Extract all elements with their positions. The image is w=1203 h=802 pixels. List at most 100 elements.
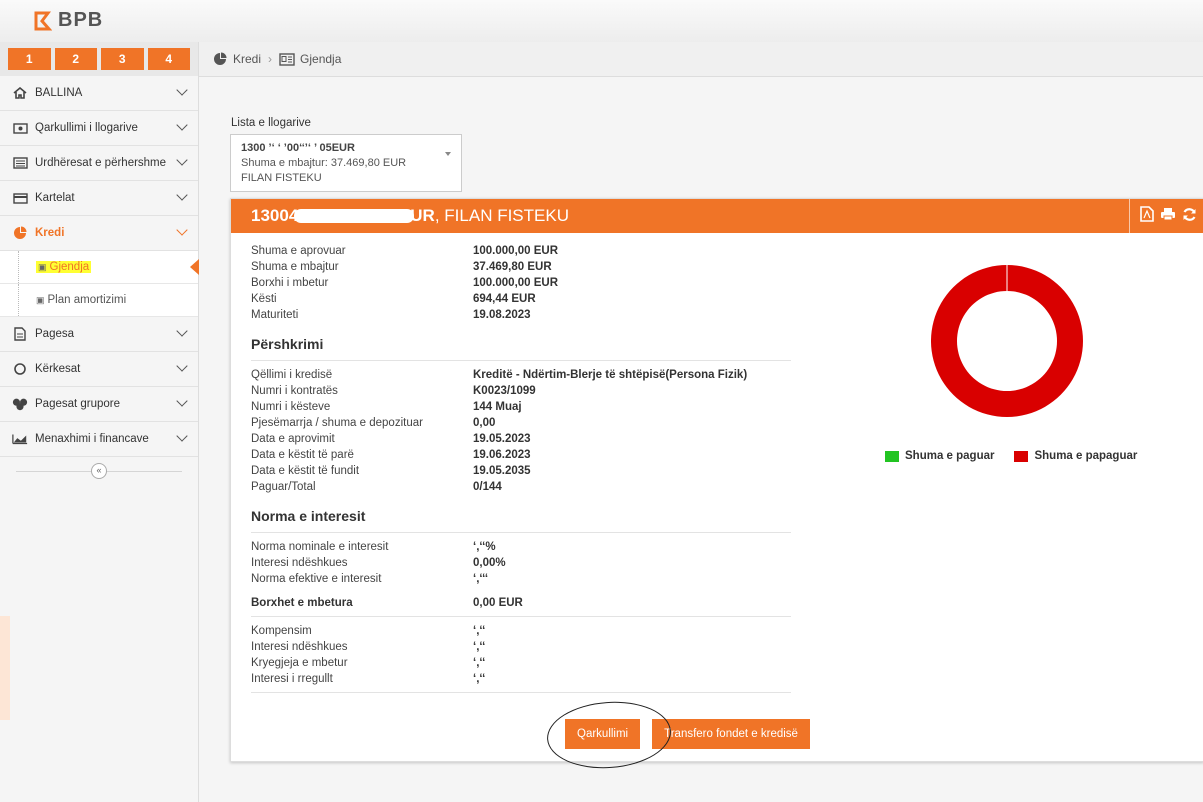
detail-row: Kësti 694,44 EUR — [251, 291, 791, 307]
id-card-icon: ▣ — [36, 294, 45, 305]
legend-item-paid[interactable]: Shuma e paguar — [885, 450, 994, 462]
detail-label: Norma efektive e interesit — [251, 573, 382, 585]
sidebar-item-kredi[interactable]: Kredi — [0, 216, 198, 251]
detail-row: Borxhi i mbetur 100.000,00 EUR — [251, 275, 791, 291]
shortcut-tab-4[interactable]: 4 — [147, 48, 190, 70]
loan-panel-header: 13004 UR , FILAN FISTEKU — [231, 199, 1203, 233]
brand-logo[interactable]: BPB — [34, 9, 103, 32]
divider — [251, 532, 791, 533]
account-select[interactable]: 1300 ’‘ ‘ ’00‘‘’‘ ’ 05EUR Shuma e mbajtu… — [230, 134, 462, 192]
detail-value: 19.05.2035 — [473, 465, 531, 477]
detail-value: 0,00 — [473, 417, 496, 429]
sidebar-subitem-plan-amortizimi[interactable]: ▣ Plan amortizimi — [0, 284, 198, 317]
hand-drawn-circle — [544, 697, 674, 773]
detail-label: Paguar/Total — [251, 481, 316, 493]
logo-icon — [34, 11, 52, 31]
account-owner: FILAN FISTEKU — [241, 172, 322, 184]
detail-label: Norma nominale e interesit — [251, 541, 389, 553]
shortcut-tab-2[interactable]: 2 — [54, 48, 97, 70]
detail-value: 19.06.2023 — [473, 449, 531, 461]
sidebar-item-label: Urdhëresat e përhershme — [35, 157, 167, 169]
caret-down-icon — [445, 152, 451, 156]
account-list-label: Lista e llogarive — [231, 117, 311, 129]
sidebar-item-qarkullimi[interactable]: Qarkullimi i llogarive — [0, 111, 198, 146]
description-heading: Përshkrimi — [251, 336, 324, 352]
pie-icon — [12, 226, 28, 240]
detail-row: Shuma e aprovuar 100.000,00 EUR — [251, 243, 791, 259]
sidebar-item-label: Pagesat grupore — [35, 398, 121, 410]
pie-icon — [213, 52, 227, 66]
breadcrumb-current: Gjendja — [300, 52, 342, 66]
chevron-down-icon — [176, 325, 188, 337]
detail-row: Maturiteti 19.08.2023 — [251, 307, 791, 323]
sidebar-item-urdheresat[interactable]: Urdhëresat e përhershme — [0, 146, 198, 181]
divider — [251, 692, 791, 693]
detail-row: Numri i kësteve 144 Muaj — [251, 399, 791, 415]
sidebar-item-pagesat-grupore[interactable]: Pagesat grupore — [0, 387, 198, 422]
legend-swatch-unpaid — [1014, 450, 1029, 462]
detail-value: 694,44 EUR — [473, 293, 536, 305]
chevron-down-icon — [176, 154, 188, 166]
brand-name: BPB — [58, 9, 104, 31]
detail-label: Numri i kontratës — [251, 385, 338, 397]
loan-title-owner: , FILAN FISTEKU — [434, 206, 569, 225]
detail-label: Shuma e aprovuar — [251, 245, 346, 257]
detail-value: ‘,‘‘ — [473, 657, 486, 669]
chevron-down-icon — [176, 360, 188, 372]
detail-value: 0,00 EUR — [473, 597, 523, 609]
interest-heading: Norma e interesit — [251, 508, 366, 524]
refresh-icon[interactable] — [1182, 207, 1197, 226]
panel-tools — [1129, 199, 1203, 233]
collapse-sidebar-button[interactable]: « — [91, 463, 107, 479]
loan-panel: 13004 UR , FILAN FISTEKU Shuma e aprovua… — [230, 198, 1203, 773]
legend-label: Shuma e paguar — [905, 450, 995, 462]
subitem-highlight: ▣ Gjendja — [36, 261, 92, 273]
detail-row: Numri i kontratës K0023/1099 — [251, 383, 791, 399]
detail-value: 0/144 — [473, 481, 502, 493]
sidebar-subitem-gjendja[interactable]: ▣ Gjendja — [0, 251, 199, 284]
detail-label: Qëllimi i kredisë — [251, 369, 333, 381]
circle-icon — [12, 362, 28, 376]
detail-value: ‘,‘‘ — [473, 641, 486, 653]
sidebar-item-kerkesat[interactable]: Kërkesat — [0, 352, 198, 387]
breadcrumb-parent[interactable]: Kredi — [233, 52, 261, 66]
detail-row: Borxhet e mbetura 0,00 EUR — [251, 595, 791, 611]
detail-value: ‘,‘‘% — [473, 541, 496, 553]
transfer-funds-button[interactable]: Transfero fondet e kredisë — [652, 719, 810, 749]
sidebar-item-pagesa[interactable]: Pagesa — [0, 317, 198, 352]
breadcrumb-separator: › — [268, 52, 273, 66]
chart-legend: Shuma e paguar Shuma e papaguar — [885, 450, 1137, 462]
legend-item-unpaid[interactable]: Shuma e papaguar — [1014, 450, 1137, 462]
sidebar-item-ballina[interactable]: BALLINA — [0, 76, 198, 111]
shortcut-tab-3[interactable]: 3 — [101, 48, 144, 70]
sidebar-item-label: Menaxhimi i financave — [35, 433, 149, 445]
print-icon[interactable] — [1160, 207, 1176, 225]
sidebar-item-menaxhimi[interactable]: Menaxhimi i financave — [0, 422, 198, 457]
detail-row: Data e këstit të fundit 19.05.2035 — [251, 463, 791, 479]
detail-label: Borxhi i mbetur — [251, 277, 329, 289]
detail-value: 100.000,00 EUR — [473, 277, 559, 289]
sidebar-item-label: Kredi — [35, 227, 65, 239]
detail-row: Interesi ndëshkues ‘,‘‘ — [251, 639, 791, 655]
id-card-icon: ▣ — [38, 262, 47, 272]
sidebar-item-label: Kartelat — [35, 192, 75, 204]
detail-label: Data e këstit të fundit — [251, 465, 360, 477]
detail-label: Interesi ndëshkues — [251, 557, 348, 569]
decorative-strip — [0, 616, 10, 720]
detail-row: Norma nominale e interesit ‘,‘‘% — [251, 539, 791, 555]
pdf-icon[interactable] — [1140, 206, 1154, 226]
detail-row: Pjesëmarrja / shuma e depozituar 0,00 — [251, 415, 791, 431]
detail-row: Shuma e mbajtur 37.469,80 EUR — [251, 259, 791, 275]
shortcut-tab-1[interactable]: 1 — [8, 48, 51, 70]
sidebar-item-kartelat[interactable]: Kartelat — [0, 181, 198, 216]
chevron-down-icon — [176, 224, 188, 236]
detail-label: Numri i kësteve — [251, 401, 331, 413]
chevron-down-icon — [176, 119, 188, 131]
card-icon — [12, 191, 28, 205]
group-icon — [12, 397, 28, 411]
divider — [251, 616, 791, 617]
sidebar-item-label: BALLINA — [35, 87, 83, 99]
chevron-down-icon — [176, 430, 188, 442]
legend-label: Shuma e papaguar — [1034, 450, 1138, 462]
detail-label: Kompensim — [251, 625, 312, 637]
